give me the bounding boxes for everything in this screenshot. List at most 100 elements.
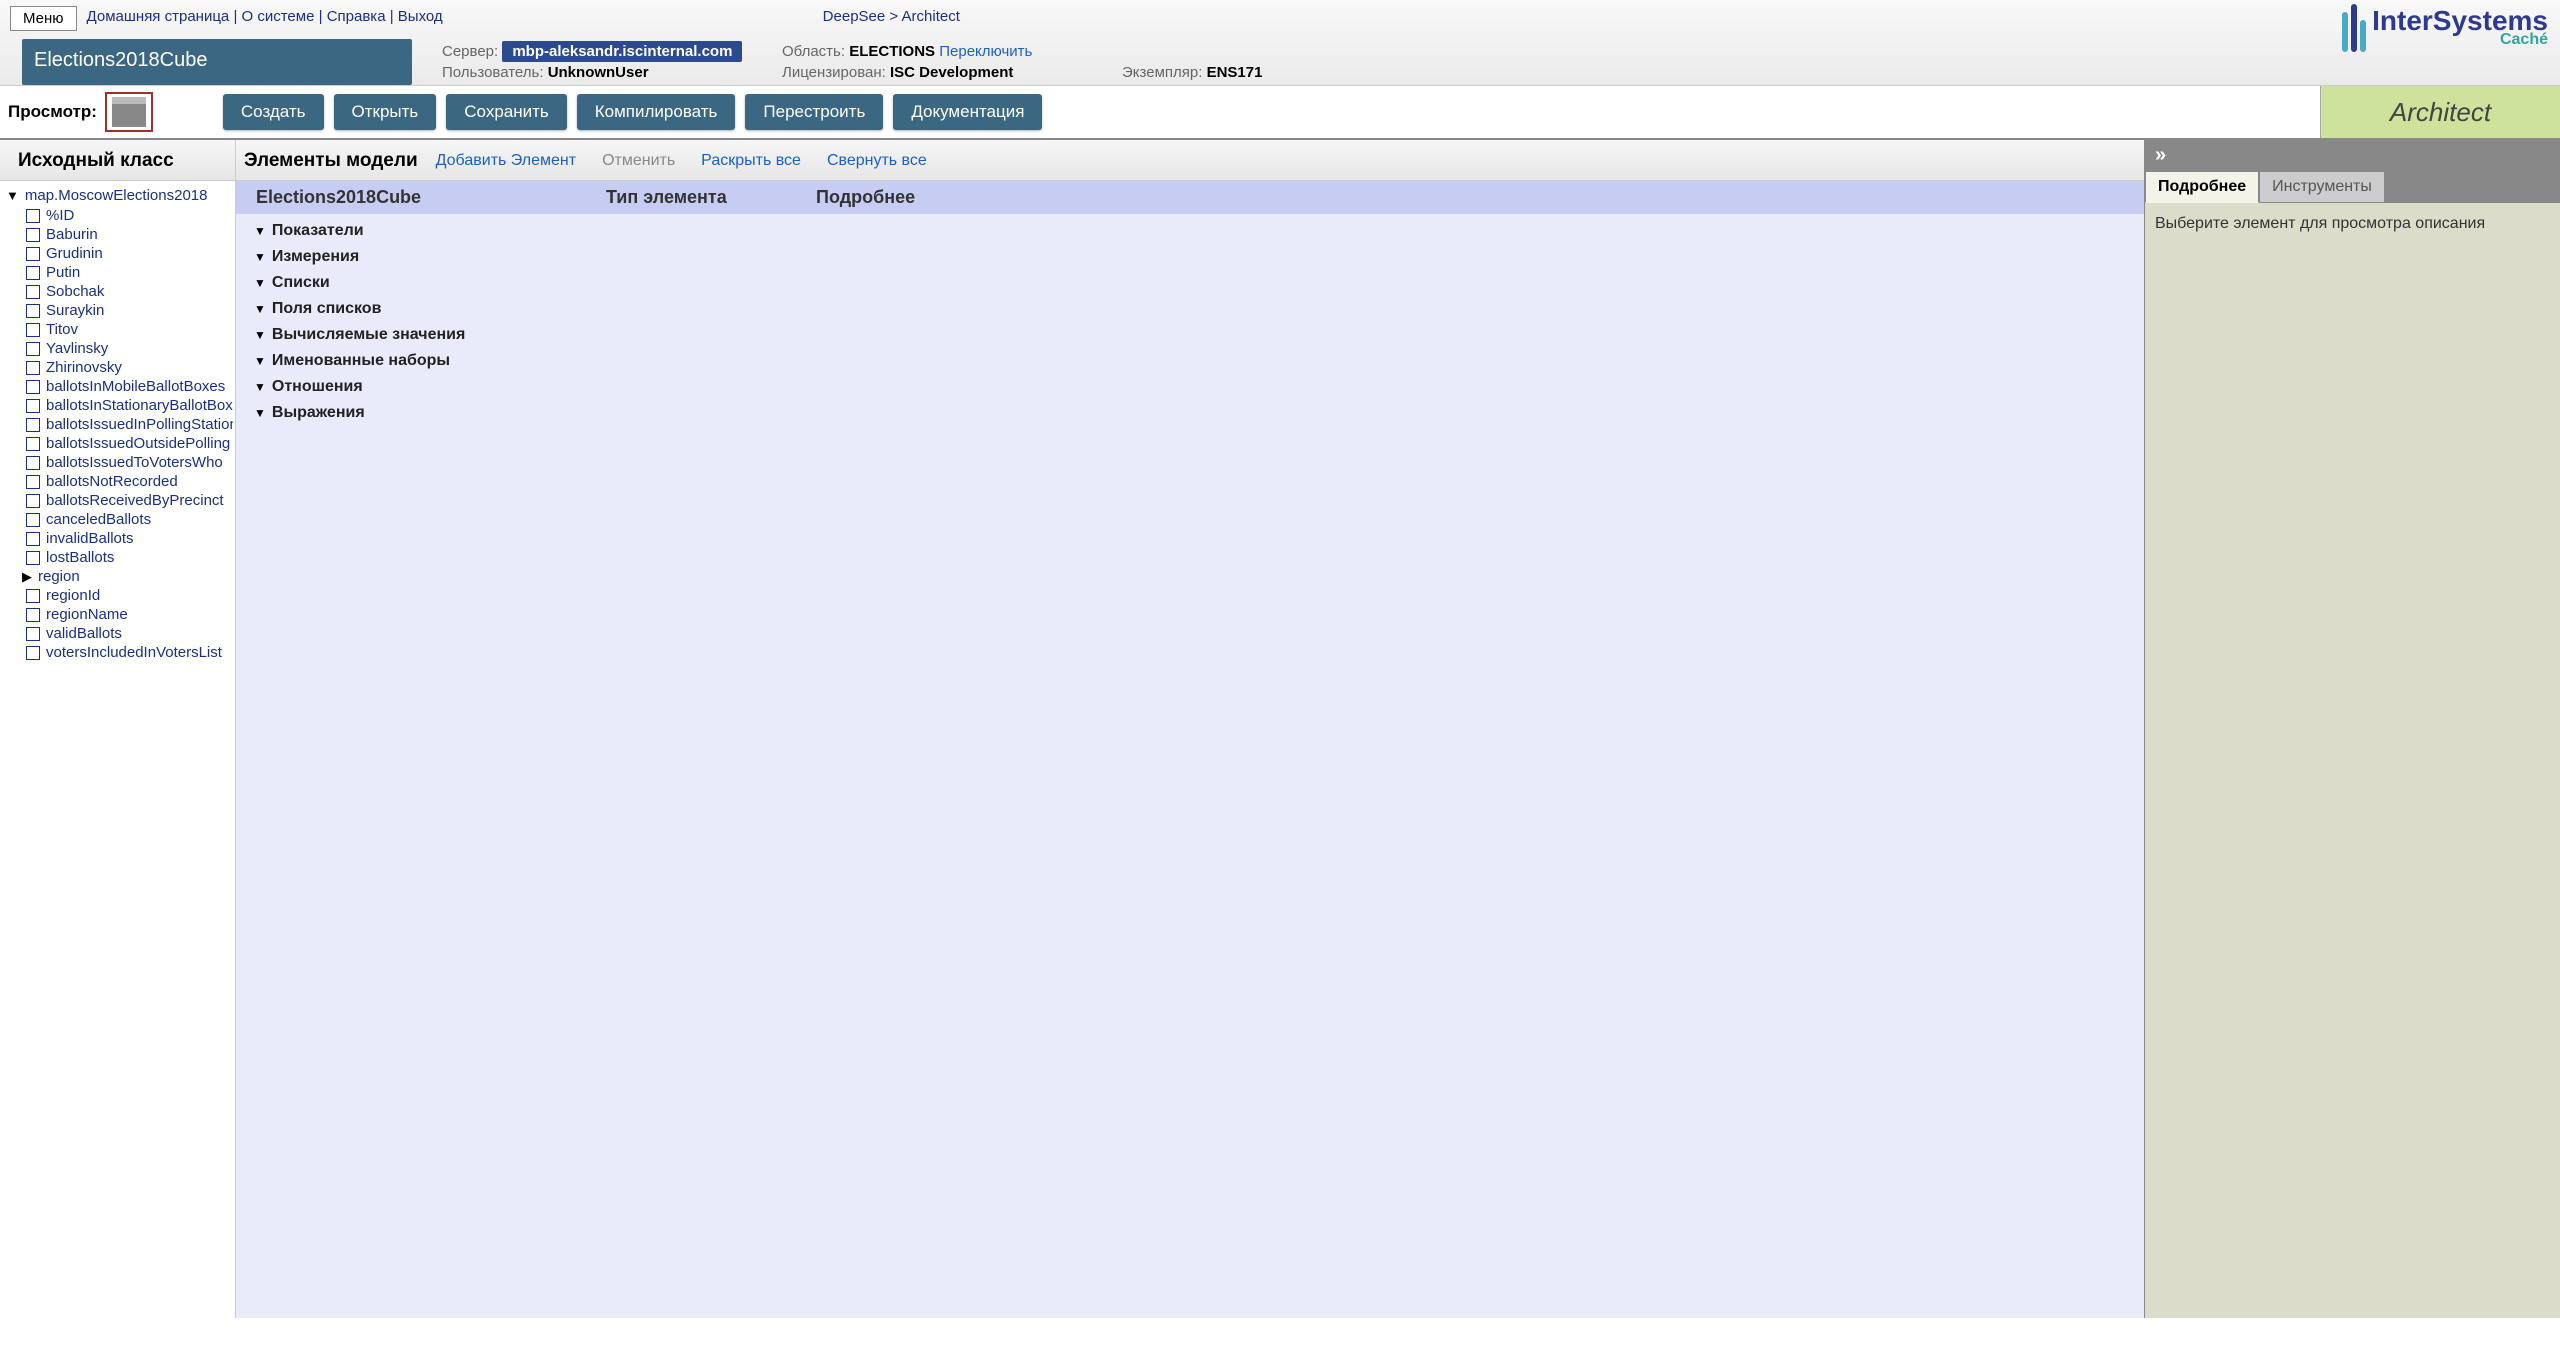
category-row[interactable]: ▼Выражения [236,400,2144,426]
field-icon [26,380,40,394]
field-icon [26,608,40,622]
field-icon [26,494,40,508]
field-icon [26,437,40,451]
field-icon [26,589,40,603]
rebuild-button[interactable]: Перестроить [745,94,883,130]
field-icon [26,247,40,261]
tree-item[interactable]: validBallots [2,624,233,643]
tab-details[interactable]: Подробнее [2145,171,2259,203]
tree-item[interactable]: ballotsNotRecorded [2,472,233,491]
category-row[interactable]: ▼Именованные наборы [236,348,2144,374]
tree-item[interactable]: invalidBallots [2,529,233,548]
category-row[interactable]: ▼Списки [236,270,2144,296]
view-mode-icon [112,97,146,127]
create-button[interactable]: Создать [223,94,324,130]
tree-item[interactable]: regionName [2,605,233,624]
nav-about[interactable]: О системе [242,8,315,25]
model-elements-header: Элементы модели Добавить Элемент Отменит… [236,140,2144,181]
breadcrumb-current[interactable]: Architect [902,8,960,25]
tree-item[interactable]: Suraykin [2,301,233,320]
category-row[interactable]: ▼Вычисляемые значения [236,322,2144,348]
user-value: UnknownUser [548,64,649,81]
tree-item[interactable]: Yavlinsky [2,339,233,358]
triangle-down-icon: ▼ [254,328,266,342]
category-row[interactable]: ▼Поля списков [236,296,2144,322]
col-details: Подробнее [816,187,2134,208]
triangle-down-icon: ▼ [254,276,266,290]
field-icon [26,418,40,432]
save-button[interactable]: Сохранить [446,94,566,130]
details-tabs: Подробнее Инструменты [2145,171,2560,203]
tree-item[interactable]: canceledBallots [2,510,233,529]
license-value: ISC Development [890,64,1013,81]
tree-item[interactable]: lostBallots [2,548,233,567]
tree-root[interactable]: ▼ map.MoscowElections2018 [2,185,233,206]
details-body: Выберите элемент для просмотра описания [2145,203,2560,1318]
triangle-down-icon: ▼ [254,250,266,264]
logo-icon [2342,4,2366,52]
category-row[interactable]: ▼Отношения [236,374,2144,400]
collapse-all-link[interactable]: Свернуть все [827,152,927,170]
tree-item[interactable]: ballotsReceivedByPrecinct [2,491,233,510]
nav-home[interactable]: Домашняя страница [87,8,230,25]
tree-item[interactable]: Baburin [2,225,233,244]
category-row[interactable]: ▼Измерения [236,244,2144,270]
field-icon [26,513,40,527]
triangle-down-icon: ▼ [254,380,266,394]
menu-button[interactable]: Меню [10,6,77,31]
tree-item[interactable]: Grudinin [2,244,233,263]
tree-item[interactable]: ballotsInStationaryBallotBoxes [2,396,233,415]
tree-item[interactable]: Sobchak [2,282,233,301]
switch-link[interactable]: Переключить [939,43,1032,60]
details-panel: » Подробнее Инструменты Выберите элемент… [2144,140,2560,1318]
domain-value: ELECTIONS [849,43,935,60]
tree-item[interactable]: votersIncludedInVotersList [2,643,233,662]
open-button[interactable]: Открыть [334,94,437,130]
tree-item[interactable]: Putin [2,263,233,282]
nav-links: Домашняя страница | О системе | Справка … [87,8,443,25]
expand-all-link[interactable]: Раскрыть все [701,152,801,170]
compile-button[interactable]: Компилировать [577,94,736,130]
tree-item[interactable]: ballotsIssuedInPollingStation [2,415,233,434]
triangle-down-icon: ▼ [254,302,266,316]
breadcrumb-root[interactable]: DeepSee [823,8,886,25]
expand-panel-button[interactable]: » [2145,140,2560,171]
view-label: Просмотр: [8,102,97,122]
nav-logout[interactable]: Выход [398,8,443,25]
docs-button[interactable]: Документация [893,94,1042,130]
tree-item[interactable]: %ID [2,206,233,225]
add-element-link[interactable]: Добавить Элемент [436,152,576,170]
category-row[interactable]: ▼Показатели [236,218,2144,244]
field-icon [26,551,40,565]
col-name: Elections2018Cube [246,187,606,208]
triangle-right-icon: ▶ [22,569,32,585]
field-icon [26,627,40,641]
tree-item[interactable]: ballotsIssuedOutsidePolling [2,434,233,453]
field-icon [26,323,40,337]
field-icon [26,475,40,489]
tree-item[interactable]: Titov [2,320,233,339]
nav-help[interactable]: Справка [327,8,386,25]
source-tree: ▼ map.MoscowElections2018 %IDBaburinGrud… [0,181,235,666]
server-value: mbp-aleksandr.iscinternal.com [502,41,742,62]
triangle-down-icon: ▼ [254,354,266,368]
cancel-link: Отменить [602,152,675,170]
tree-item[interactable]: ballotsIssuedToVotersWho [2,453,233,472]
field-icon [26,342,40,356]
tree-item[interactable]: regionId [2,586,233,605]
top-bar: Меню Домашняя страница | О системе | Спр… [0,0,2560,86]
tree-item[interactable]: ▶region [2,567,233,586]
tree-item[interactable]: Zhirinovsky [2,358,233,377]
tab-tools[interactable]: Инструменты [2259,171,2385,203]
view-mode-button[interactable] [105,92,153,132]
instance-label: Экземпляр: [1122,64,1202,81]
field-icon [26,399,40,413]
triangle-down-icon: ▼ [6,188,19,203]
field-icon [26,285,40,299]
field-icon [26,228,40,242]
breadcrumb: DeepSee > Architect [823,8,960,25]
field-icon [26,532,40,546]
tree-item[interactable]: ballotsInMobileBallotBoxes [2,377,233,396]
user-label: Пользователь: [442,64,544,81]
logo: InterSystemsCaché [2342,4,2548,52]
